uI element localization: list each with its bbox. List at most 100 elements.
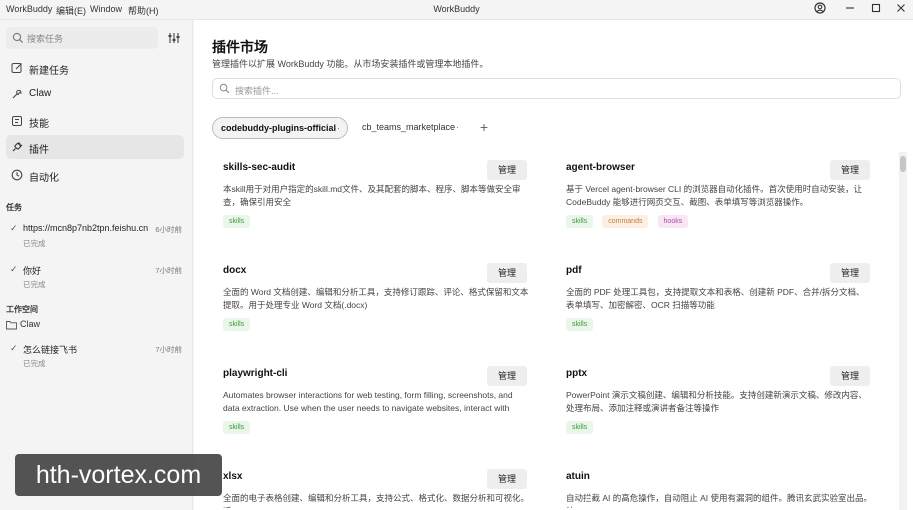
sidebar: 搜索任务 新建任务 Claw 技能 插件 自动化 任务 ✓ https://mc… [0,20,193,510]
filter-icon[interactable] [165,29,183,47]
check-icon: ✓ [10,343,18,353]
tag-commands: commands [602,215,649,228]
scrollbar-thumb[interactable] [900,156,906,172]
account-icon[interactable] [812,2,828,18]
manage-button[interactable]: 管理 [487,366,527,386]
plugin-tags: skills commands hooks [566,214,694,228]
plugin-search-placeholder: 搜索插件... [235,86,279,96]
plugin-name: skills-sec-audit [223,162,296,173]
tag-hooks: hooks [657,215,689,228]
task-name: 你好 [23,266,42,276]
manage-button[interactable]: 管理 [830,263,870,283]
plugin-description: Automates browser interactions for web t… [223,390,513,413]
manage-button[interactable]: 管理 [487,160,527,180]
tab-codebuddy-plugins-official[interactable]: codebuddy-plugins-official ··· [212,117,348,139]
sidebar-item-label: 技能 [29,119,49,130]
plugin-name: docx [223,265,247,276]
sidebar-item-automation[interactable]: 自动化 [6,163,184,187]
workspace-section-title: 工作空间 [6,305,38,314]
task-name: https://mcn8p7nb2tpn.feishu.cn [23,223,149,233]
add-marketplace-button[interactable]: + [476,117,492,137]
tag-skills: skills [223,215,251,228]
plugin-name: playwright-cli [223,368,288,379]
title-bar: WorkBuddy 编辑(E) Window 帮助(H) WorkBuddy [0,0,913,20]
page-title: 插件市场 [212,39,268,55]
check-icon: ✓ [10,264,18,274]
tag-skills: skills [566,421,594,434]
plugin-tags: skills [566,317,599,331]
plugin-card: atuin 自动拦截 AI 的高危操作，自动阻止 AI 使用有漏洞的组件。腾讯玄… [555,462,882,510]
skill-icon [11,115,23,127]
plugin-card: agent-browser 管理 基于 Vercel agent-browser… [555,153,882,245]
task-time: 7小时前 [155,345,182,354]
more-icon[interactable]: ··· [331,118,340,138]
sidebar-item-plugins[interactable]: 插件 [6,135,184,159]
tag-skills: skills [566,318,594,331]
task-status: 已完成 [23,359,46,368]
scrollbar[interactable] [899,152,907,510]
manage-button[interactable]: 管理 [487,263,527,283]
sidebar-item-label: 自动化 [29,173,59,184]
plugin-description: PowerPoint 演示文稿创建、编辑和分析技能。支持创建新演示文稿、修改内容… [566,390,867,413]
more-icon[interactable]: ··· [450,117,459,137]
watermark: hth-vortex.com [15,454,222,496]
plugin-description: 全面的 PDF 处理工具包，支持提取文本和表格、创建新 PDF、合并/拆分文档、… [566,287,865,310]
plugin-card: playwright-cli 管理 Automates browser inte… [212,359,539,451]
page-subtitle: 管理插件以扩展 WorkBuddy 功能。从市场安装插件或管理本地插件。 [212,59,489,69]
task-time: 6小时前 [155,225,182,234]
plugin-name: pdf [566,265,582,276]
task-item[interactable]: ✓ 你好 7小时前 已完成 [6,262,184,292]
plugin-name: pptx [566,368,588,379]
task-item[interactable]: ✓ 怎么链接飞书 7小时前 已完成 [6,341,184,371]
plugin-tags: skills [223,420,256,434]
plugin-card: pdf 管理 全面的 PDF 处理工具包，支持提取文本和表格、创建新 PDF、合… [555,256,882,348]
tab-label: cb_teams_marketplace [362,122,456,132]
plugin-tags: skills [223,214,256,228]
task-status: 已完成 [23,280,46,289]
plugin-icon [11,141,23,153]
plugin-tags: skills [566,420,599,434]
plugin-search-input[interactable]: 搜索插件... [212,78,901,99]
search-icon [12,32,24,44]
close-icon[interactable] [893,2,909,18]
manage-button[interactable]: 管理 [830,160,870,180]
plugin-card: skills-sec-audit 管理 本skill用于对用户指定的skill.… [212,153,539,245]
plugin-card: pptx 管理 PowerPoint 演示文稿创建、编辑和分析技能。支持创建新演… [555,359,882,451]
workspace-item-claw[interactable]: Claw [6,319,184,333]
plugin-description: 自动拦截 AI 的高危操作，自动阻止 AI 使用有漏洞的组件。腾讯玄武实验室出品… [566,493,872,508]
folder-icon [6,320,17,330]
task-status: 已完成 [23,239,46,248]
plugin-description: 基于 Vercel agent-browser CLI 的浏览器自动化插件。首次… [566,184,863,207]
manage-button[interactable]: 管理 [487,469,527,489]
check-icon: ✓ [10,223,18,233]
plugin-name: atuin [566,471,590,482]
workspace-label: Claw [20,319,41,329]
edit-icon [11,62,23,74]
clock-icon [11,169,23,181]
sidebar-item-label: 插件 [29,145,49,156]
plugin-description: 全面的电子表格创建、编辑和分析工具，支持公式、格式化、数据分析和可视化。适 [223,493,529,508]
sidebar-item-claw[interactable]: Claw [6,82,184,106]
plugin-name: agent-browser [566,162,635,173]
task-name: 怎么链接飞书 [23,345,78,355]
window-title: WorkBuddy [433,4,480,14]
tab-label: codebuddy-plugins-official [221,123,336,133]
tag-skills: skills [223,318,251,331]
tag-skills: skills [223,421,251,434]
task-item[interactable]: ✓ https://mcn8p7nb2tpn.feishu.cn 6小时前 已完… [6,221,184,251]
plugin-card: xlsx 管理 全面的电子表格创建、编辑和分析工具，支持公式、格式化、数据分析和… [212,462,539,510]
sidebar-item-skills[interactable]: 技能 [6,109,184,133]
main-panel: 插件市场 管理插件以扩展 WorkBuddy 功能。从市场安装插件或管理本地插件… [194,20,913,510]
tab-cb-teams-marketplace[interactable]: cb_teams_marketplace ··· [354,117,464,139]
task-time: 7小时前 [155,266,182,275]
plugin-card: docx 管理 全面的 Word 文档创建、编辑和分析工具，支持修订跟踪、评论、… [212,256,539,348]
maximize-icon[interactable] [868,2,884,18]
sidebar-item-label: 新建任务 [29,66,69,77]
task-search-placeholder: 搜索任务 [27,34,64,44]
plugin-description: 本skill用于对用户指定的skill.md文件、及其配套的脚本、程序、脚本等做… [223,184,521,207]
plugin-name: xlsx [223,471,243,482]
minimize-icon[interactable] [842,2,858,18]
manage-button[interactable]: 管理 [830,366,870,386]
task-search-input[interactable]: 搜索任务 [6,27,158,49]
sidebar-item-new-task[interactable]: 新建任务 [6,56,184,80]
